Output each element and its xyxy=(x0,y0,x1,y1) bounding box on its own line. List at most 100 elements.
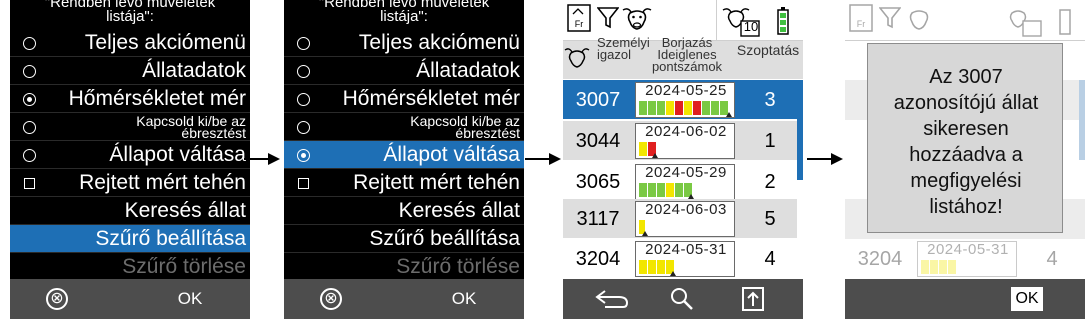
menu-item-hidden-measured-cow[interactable]: Rejtett mért tehén xyxy=(10,169,250,197)
menu-item-label: Szűrő törlése xyxy=(396,255,520,278)
calving-score-cell: 2024-06-03 xyxy=(635,201,735,237)
now-marker-icon xyxy=(726,112,732,117)
radio-button-checked[interactable] xyxy=(297,149,310,162)
cow-count-icon xyxy=(1009,10,1042,37)
calving-score-cell: 2024-05-31 xyxy=(635,241,735,277)
checkbox[interactable] xyxy=(298,178,309,189)
cancel-icon[interactable]: ⊗ xyxy=(320,288,342,310)
radio-button[interactable] xyxy=(23,65,36,78)
menu-item-label: Szűrő beállítása xyxy=(95,227,246,250)
menu-footer: ⊗ OK xyxy=(284,279,524,319)
radio-button[interactable] xyxy=(297,65,310,78)
menu-header: "Rendben lévő műveletek listája": xyxy=(10,0,250,30)
radio-button-checked[interactable] xyxy=(23,93,36,106)
table-row[interactable]: 3007 2024-05-25 3 xyxy=(563,80,797,120)
table-row[interactable]: 3117 2024-06-03 5 xyxy=(563,199,797,239)
table-row[interactable]: 3044 2024-06-02 1 xyxy=(563,121,797,161)
table-row[interactable]: 3204 2024-05-31 4 xyxy=(563,239,797,279)
menu-item-label: Kapcsold ki/be az ébresztést xyxy=(136,113,246,141)
export-icon[interactable] xyxy=(741,286,765,312)
confirmation-screen: Fr 3204 2024-05-31 4 Az 3007 azonosítójú… xyxy=(845,0,1085,319)
lactation-number: 5 xyxy=(764,208,776,230)
menu-item-label: Keresés állat xyxy=(398,199,520,222)
confirmation-dialog: Az 3007 azonosítójú állat sikeresen hozz… xyxy=(867,43,1063,233)
menu-item-full-action-menu[interactable]: Teljes akciómenü xyxy=(284,29,524,57)
calving-date: 2024-05-31 xyxy=(927,241,1009,258)
menu-item-animal-data[interactable]: Állatadatok xyxy=(10,57,250,85)
ok-button[interactable]: OK xyxy=(160,289,220,309)
dialog-message-line: sikeresen xyxy=(923,118,1009,140)
cancel-icon[interactable]: ⊗ xyxy=(46,288,68,310)
score-bars xyxy=(921,260,1015,274)
menu-item-change-status[interactable]: Állapot váltása xyxy=(10,141,250,169)
radio-button[interactable] xyxy=(23,149,36,162)
menu-item-measure-temperature[interactable]: Hőmérsékletet mér xyxy=(284,85,524,113)
calving-column-header[interactable]: Borjazás Ideiglenes pontszámok xyxy=(633,36,741,73)
dialog-footer xyxy=(845,279,1085,319)
menu-item-change-status[interactable]: Állapot váltása xyxy=(284,141,524,169)
menu-screen-1: "Rendben lévő műveletek listája": Teljes… xyxy=(10,0,250,319)
checkbox[interactable] xyxy=(24,178,35,189)
animal-id: 3204 xyxy=(575,248,621,270)
flow-arrow-icon xyxy=(244,153,280,165)
ok-button[interactable]: OK xyxy=(1011,287,1043,311)
menu-item-label: Hőmérsékletet mér xyxy=(68,87,246,110)
radio-button[interactable] xyxy=(23,37,36,50)
menu-item-toggle-alarm[interactable]: Kapcsold ki/be az ébresztést xyxy=(10,113,250,141)
animal-id: 3007 xyxy=(575,89,621,111)
calving-date: 2024-05-29 xyxy=(645,164,727,181)
svg-text:Fr: Fr xyxy=(575,19,584,29)
menu-item-label: Teljes akciómenü xyxy=(84,31,246,54)
heat-event-icon[interactable]: Fr xyxy=(567,4,591,32)
battery-icon xyxy=(1059,9,1071,35)
menu-item-filter-settings[interactable]: Szűrő beállítása xyxy=(284,225,524,253)
menu-item-label: Rejtett mért tehén xyxy=(79,171,246,194)
radio-button[interactable] xyxy=(297,93,310,106)
cow-icon xyxy=(909,10,929,30)
menu-item-hidden-measured-cow[interactable]: Rejtett mért tehén xyxy=(284,169,524,197)
dialog-message-line: azonosítójú állat xyxy=(893,92,1039,114)
menu-item-filter-settings[interactable]: Szűrő beállítása xyxy=(10,225,250,253)
calving-date: 2024-05-25 xyxy=(645,82,727,99)
svg-text:Fr: Fr xyxy=(857,19,866,29)
menu-screen-2: "Rendben lévő műveletek listája": Teljes… xyxy=(284,0,524,319)
search-icon[interactable] xyxy=(670,287,694,311)
scrollbar[interactable] xyxy=(797,80,803,180)
back-arrow-icon[interactable] xyxy=(593,288,633,310)
calving-date: 2024-06-02 xyxy=(645,123,727,140)
dialog-message-line: megfigyelési xyxy=(910,170,1022,192)
calving-score-cell: 2024-05-31 xyxy=(917,241,1017,277)
menu-item-full-action-menu[interactable]: Teljes akciómenü xyxy=(10,29,250,57)
menu-item-search-animal[interactable]: Keresés állat xyxy=(284,197,524,225)
heat-event-icon: Fr xyxy=(849,4,873,32)
action-menu-list: Teljes akciómenü Állatadatok Hőmérséklet… xyxy=(284,29,524,281)
filter-icon[interactable] xyxy=(597,6,619,30)
now-marker-icon xyxy=(642,231,648,236)
menu-item-animal-data[interactable]: Állatadatok xyxy=(284,57,524,85)
radio-button[interactable] xyxy=(23,121,36,134)
radio-button[interactable] xyxy=(297,37,310,50)
lactation-number: 4 xyxy=(764,248,776,270)
radio-button[interactable] xyxy=(297,121,310,134)
cow-icon[interactable] xyxy=(621,5,653,31)
table-row[interactable]: 3065 2024-05-29 2 xyxy=(563,162,797,202)
ok-button[interactable]: OK xyxy=(434,289,494,309)
now-marker-icon xyxy=(670,271,676,276)
animal-id: 3117 xyxy=(576,208,620,230)
menu-item-label: Állatadatok xyxy=(142,59,246,82)
animal-id: 3065 xyxy=(575,171,621,193)
list-column-header: Személyi igazol Borjazás Ideiglenes pont… xyxy=(563,36,803,79)
menu-item-label: Keresés állat xyxy=(124,199,246,222)
menu-item-measure-temperature[interactable]: Hőmérsékletet mér xyxy=(10,85,250,113)
id-column-header[interactable]: Személyi igazol xyxy=(597,36,650,61)
dialog-message-line: listához! xyxy=(929,196,1003,218)
menu-header: "Rendben lévő műveletek listája": xyxy=(284,0,524,30)
lactation-number: 4 xyxy=(1046,248,1058,270)
menu-item-search-animal[interactable]: Keresés állat xyxy=(10,197,250,225)
menu-item-toggle-alarm[interactable]: Kapcsold ki/be az ébresztést xyxy=(284,113,524,141)
list-footer xyxy=(563,279,803,319)
calving-date: 2024-06-03 xyxy=(645,201,727,218)
lactation-column-header[interactable]: Szoptatás xyxy=(733,43,803,57)
menu-item-clear-filter: Szűrő törlése xyxy=(10,253,250,281)
menu-header-line2: listája": xyxy=(106,8,154,25)
